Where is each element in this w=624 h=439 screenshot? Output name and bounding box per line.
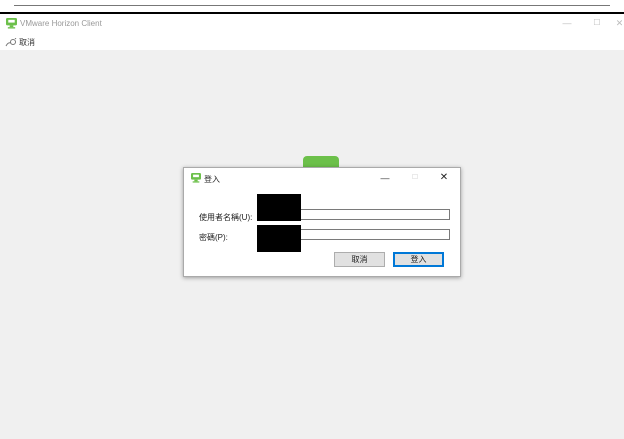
menu-cancel-button[interactable]: 取消	[5, 37, 35, 48]
top-edge	[0, 0, 624, 14]
horizon-client-window: VMware Horizon Client — ☐ ✕ 取消 登入 — ☐ ✕ …	[0, 0, 624, 439]
edge-line	[14, 5, 610, 6]
vmware-horizon-logo-icon	[191, 173, 201, 183]
menu-cancel-label: 取消	[19, 38, 35, 47]
username-label: 使用者名稱(U):	[199, 213, 253, 222]
cancel-button[interactable]: 取消	[334, 252, 385, 267]
dialog-maximize-button: ☐	[411, 174, 419, 181]
menubar: 取消	[0, 34, 624, 50]
redaction-block	[257, 225, 301, 252]
window-close-button[interactable]: ✕	[615, 17, 624, 29]
login-dialog: 登入 — ☐ ✕ 使用者名稱(U): 密碼(P): 取消 登入	[183, 167, 461, 277]
window-titlebar: VMware Horizon Client — ☐ ✕	[0, 14, 624, 34]
window-minimize-button[interactable]: —	[560, 17, 574, 29]
dialog-close-button[interactable]: ✕	[437, 172, 451, 184]
dialog-minimize-button[interactable]: —	[378, 172, 392, 184]
login-dialog-title: 登入	[204, 175, 220, 184]
disconnect-icon	[5, 37, 17, 46]
redaction-block	[257, 194, 301, 221]
password-label: 密碼(P):	[199, 233, 228, 242]
window-maximize-button[interactable]: ☐	[590, 17, 604, 29]
login-dialog-titlebar: 登入 — ☐ ✕	[184, 168, 460, 188]
window-title: VMware Horizon Client	[20, 19, 102, 28]
vmware-horizon-logo-icon	[6, 18, 17, 29]
login-button[interactable]: 登入	[393, 252, 444, 267]
